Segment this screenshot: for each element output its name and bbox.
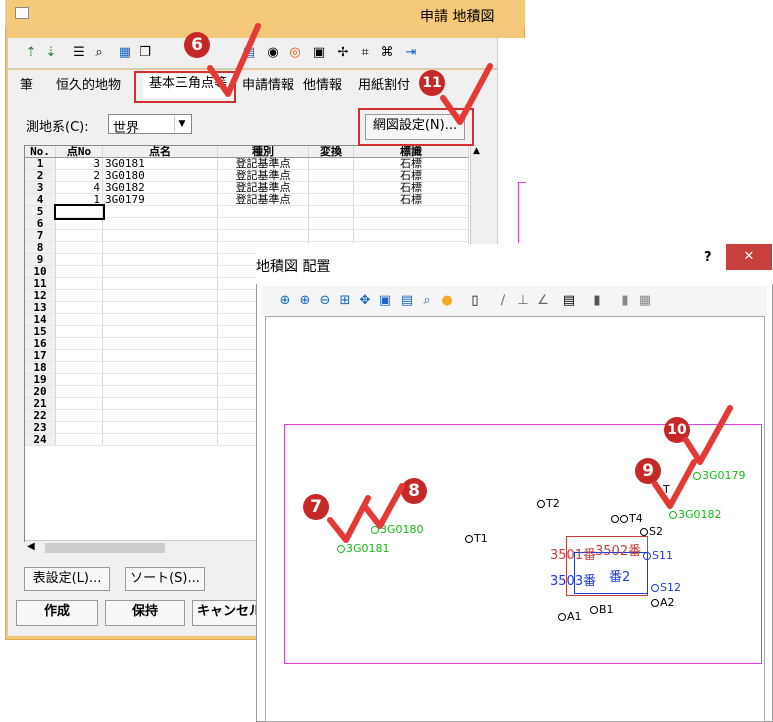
check-icon [652, 459, 697, 509]
check-icon [440, 63, 493, 125]
check-icon [683, 405, 733, 465]
check-icon [363, 483, 405, 529]
check-icon [207, 23, 261, 97]
check-icon [327, 495, 371, 543]
check-marks-overlay [207, 23, 733, 543]
